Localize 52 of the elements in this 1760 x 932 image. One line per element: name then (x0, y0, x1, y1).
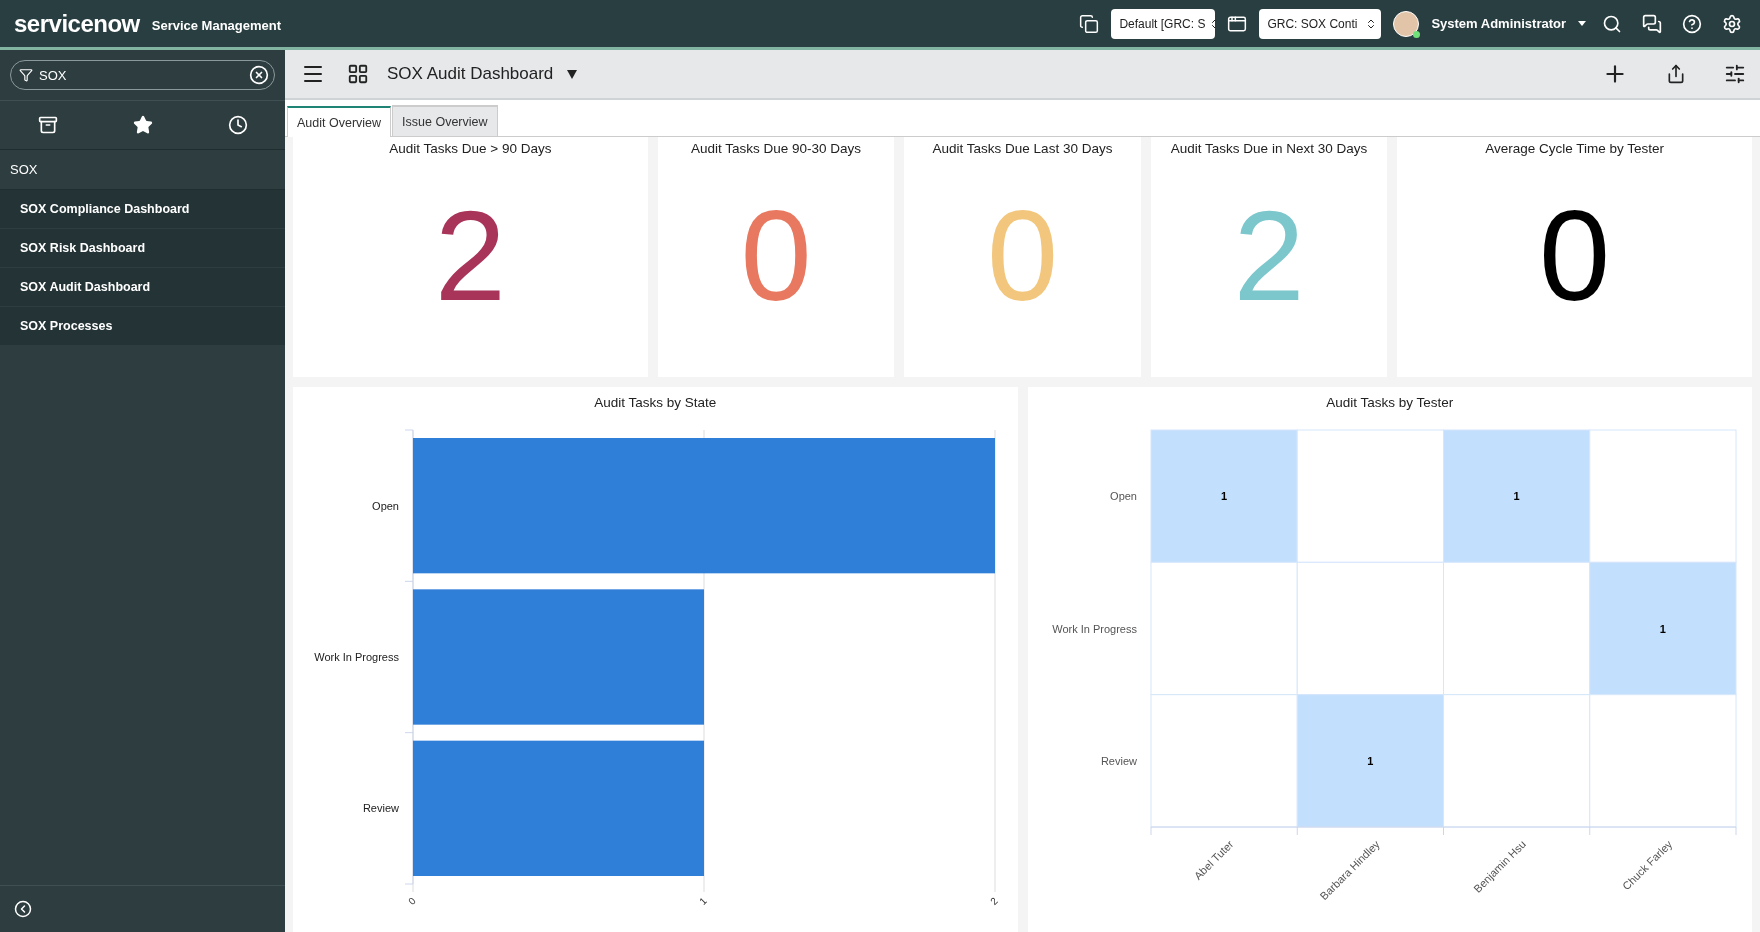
tick-label: 0 (406, 895, 419, 907)
cell-value: 1 (1659, 622, 1666, 635)
documents-icon (1079, 13, 1100, 34)
filter-field[interactable]: SOX (10, 60, 275, 90)
row-label: Work In Progress (1051, 622, 1137, 635)
dashboard-title[interactable]: SOX Audit Dashboard (387, 64, 554, 84)
tab[interactable]: Audit Overview (287, 106, 392, 137)
nav-item[interactable]: SOX Processes (0, 307, 285, 346)
cell-value: 1 (1220, 490, 1227, 503)
share-icon[interactable] (1666, 64, 1686, 84)
score-value: 0 (986, 192, 1059, 320)
select-field[interactable]: Default [GRC: S (1111, 8, 1216, 39)
user-menu[interactable]: System Administrator (1431, 16, 1566, 31)
nav-item[interactable]: SOX Risk Dashboard (0, 229, 285, 268)
chart-title: Audit Tasks by State (594, 394, 717, 412)
help-icon[interactable] (1682, 13, 1702, 34)
settings-icon[interactable] (1722, 13, 1742, 34)
sliders-icon[interactable] (1724, 63, 1746, 85)
tick-label: 2 (988, 895, 1001, 907)
score-value: 0 (740, 192, 812, 320)
chart-title: Audit Tasks by Tester (1326, 394, 1454, 412)
card-title: Audit Tasks Due 90-30 Days (690, 141, 862, 156)
collapse-icon[interactable] (14, 900, 32, 918)
filter-icon (19, 68, 33, 82)
category-label: Review (363, 802, 400, 815)
nav-item[interactable]: SOX Audit Dashboard (0, 268, 285, 307)
row-label: Review (1100, 754, 1137, 767)
caret-icon[interactable] (567, 69, 578, 79)
grid-icon[interactable] (347, 63, 369, 85)
card-title: Audit Tasks Due Last 30 Days (932, 141, 1113, 156)
card-title: Average Cycle Time by Tester (1485, 141, 1665, 156)
clear-icon[interactable] (249, 65, 269, 85)
search-icon[interactable] (1602, 13, 1622, 34)
score-value: 2 (1233, 192, 1305, 320)
product-name: Service Management (151, 18, 282, 33)
select-field[interactable]: GRC: SOX Conti (1259, 8, 1382, 39)
category-label: Open (372, 499, 400, 512)
chat-icon[interactable] (1642, 13, 1662, 34)
tab[interactable]: Issue Overview (392, 105, 498, 136)
tick-label: 1 (697, 895, 710, 907)
card-title: Audit Tasks Due > 90 Days (389, 141, 552, 156)
card-title: Audit Tasks Due in Next 30 Days (1170, 141, 1368, 156)
cell-value: 1 (1513, 490, 1520, 503)
score-value: 2 (434, 192, 506, 320)
nav-item[interactable]: SOX Compliance Dashboard (0, 190, 285, 229)
row-label: Open (1109, 490, 1137, 503)
category-label: Work In Progress (314, 651, 400, 663)
logo[interactable]: servicenow (14, 9, 140, 38)
score-value: 0 (1539, 192, 1611, 320)
caret-icon (1578, 21, 1586, 26)
cell-value: 1 (1367, 754, 1374, 767)
avatar[interactable] (1393, 10, 1420, 37)
